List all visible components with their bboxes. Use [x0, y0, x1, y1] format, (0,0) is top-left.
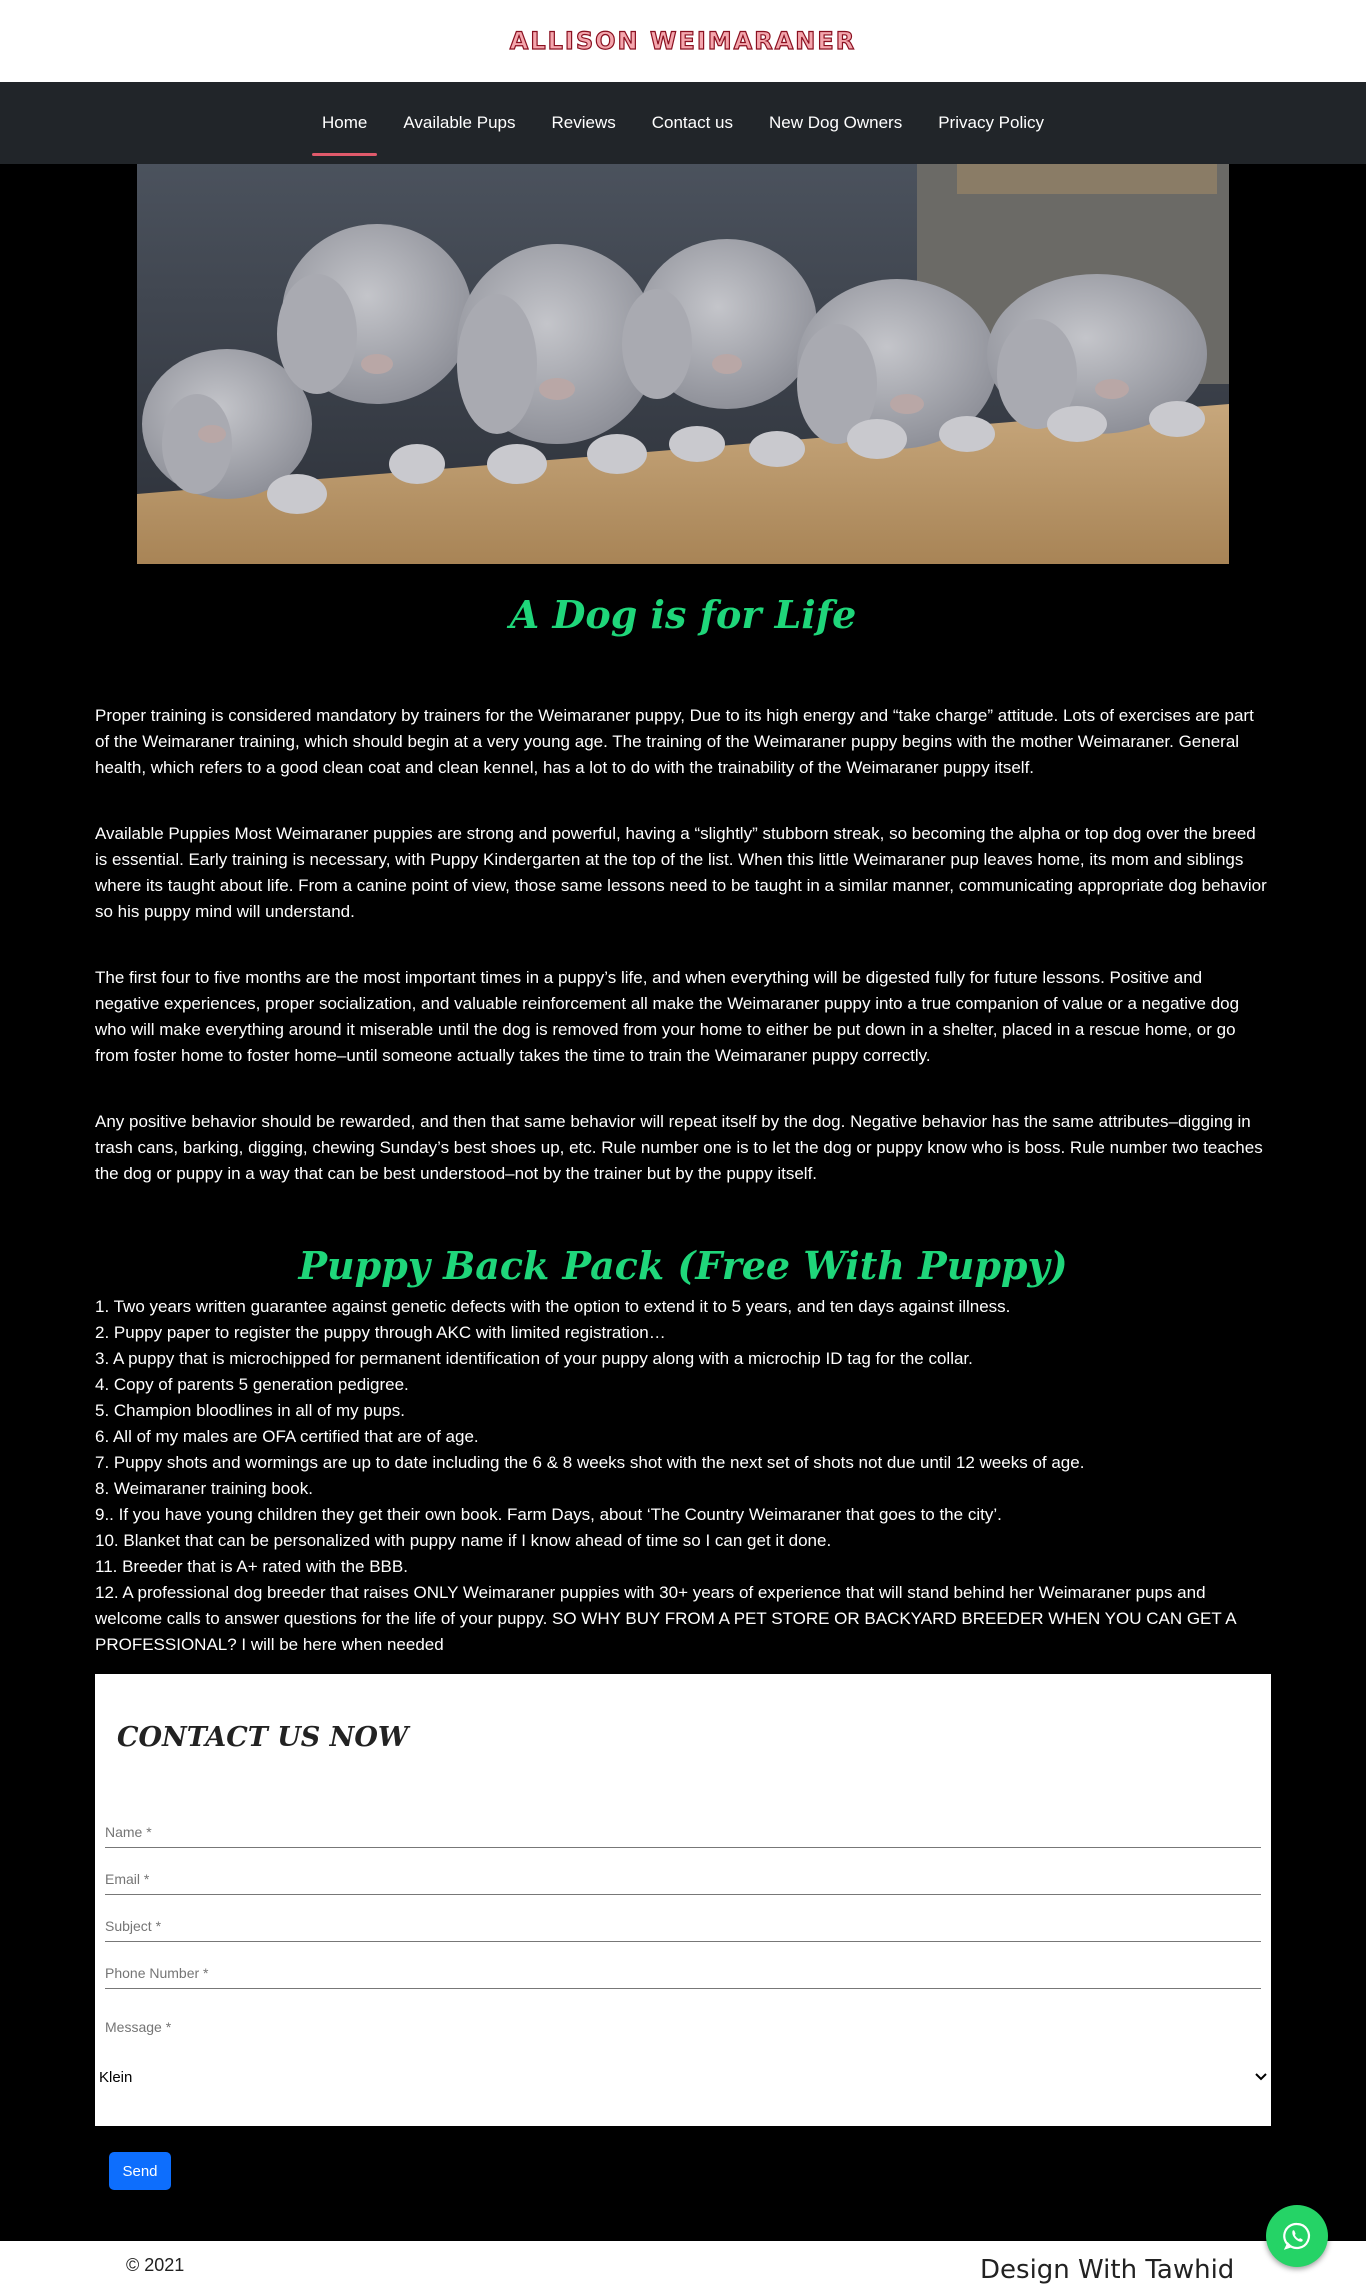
list-item: 1. Two years written guarantee against g…	[95, 1297, 1011, 1316]
site-header: Allison Weimaraner	[0, 0, 1366, 82]
section-title-dog-for-life: A Dog is for Life	[509, 592, 857, 637]
list-item: 5. Champion bloodlines in all of my pups…	[95, 1401, 405, 1420]
list-item: 2. Puppy paper to register the puppy thr…	[95, 1323, 666, 1342]
nav-privacy-policy[interactable]: Privacy Policy	[920, 82, 1062, 164]
nav-home[interactable]: Home	[304, 82, 385, 164]
list-item: 12. A professional dog breeder that rais…	[95, 1583, 1236, 1654]
list-item: 6. All of my males are OFA certified tha…	[95, 1427, 479, 1446]
phone-number-field[interactable]	[105, 1942, 1261, 1989]
whatsapp-icon	[1283, 2222, 1311, 2250]
paragraph: Available Puppies Most Weimaraner puppie…	[95, 824, 1267, 921]
contact-form-title: CONTACT US NOW	[117, 1722, 409, 1753]
nav-reviews[interactable]: Reviews	[533, 82, 633, 164]
intro-section: Proper training is considered mandatory …	[95, 703, 1271, 1187]
nav-contact-us[interactable]: Contact us	[634, 82, 751, 164]
paragraph: Any positive behavior should be rewarded…	[95, 1112, 1263, 1183]
site-footer: © 2021 Design With Tawhid	[0, 2241, 1366, 2291]
list-item: 3. A puppy that is microchipped for perm…	[95, 1349, 973, 1368]
whatsapp-button[interactable]	[1266, 2205, 1328, 2267]
list-item: 10. Blanket that can be personalized wit…	[95, 1531, 832, 1550]
message-field[interactable]	[105, 1989, 1261, 2049]
main-navbar: Home Available Pups Reviews Contact us N…	[0, 82, 1366, 164]
design-credit[interactable]: Design With Tawhid	[980, 2255, 1234, 2285]
paragraph: Proper training is considered mandatory …	[95, 706, 1254, 777]
nav-available-pups[interactable]: Available Pups	[385, 82, 533, 164]
list-item: 11. Breeder that is A+ rated with the BB…	[95, 1557, 408, 1576]
puppies-photo-icon	[137, 164, 1229, 564]
chevron-down-icon	[1255, 2073, 1267, 2081]
contact-form: CONTACT US NOW Klein	[95, 1674, 1271, 2126]
nav-new-dog-owners[interactable]: New Dog Owners	[751, 82, 920, 164]
site-logo[interactable]: Allison Weimaraner	[509, 26, 857, 55]
name-field[interactable]	[105, 1801, 1261, 1848]
hero-image	[137, 164, 1229, 564]
backpack-list: 1. Two years written guarantee against g…	[95, 1294, 1271, 1658]
list-item: 7. Puppy shots and wormings are up to da…	[95, 1453, 1085, 1472]
list-item: 8. Weimaraner training book.	[95, 1479, 313, 1498]
list-item: 9.. If you have young children they get …	[95, 1505, 1002, 1524]
location-select[interactable]: Klein	[95, 2057, 1271, 2097]
send-button[interactable]: Send	[109, 2152, 171, 2190]
list-item: 4. Copy of parents 5 generation pedigree…	[95, 1375, 409, 1394]
paragraph: The first four to five months are the mo…	[95, 968, 1240, 1065]
section-title-puppy-back-pack: Puppy Back Pack (Free With Puppy)	[298, 1243, 1068, 1288]
subject-field[interactable]	[105, 1895, 1261, 1942]
email-field[interactable]	[105, 1848, 1261, 1895]
location-select-value: Klein	[99, 2068, 133, 2086]
copyright-text: © 2021	[126, 2255, 185, 2275]
